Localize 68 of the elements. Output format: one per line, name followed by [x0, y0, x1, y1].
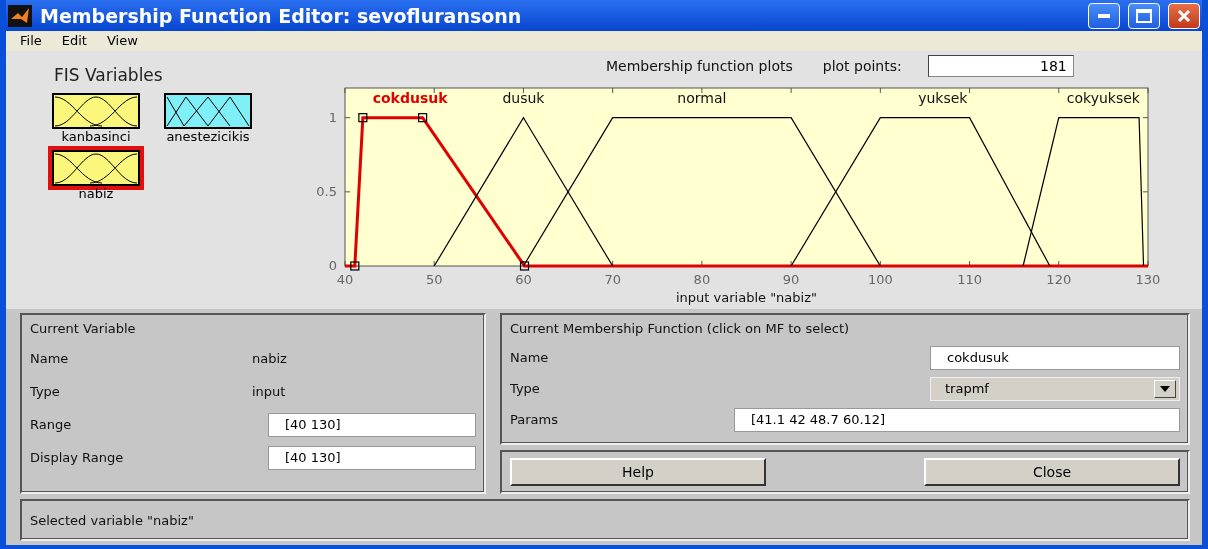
function-label[interactable]: cokyuksek: [1066, 89, 1140, 106]
x-tick-label: 110: [957, 271, 982, 287]
text-field[interactable]: cokdusuk: [930, 345, 1180, 370]
function-label[interactable]: cokdusuk: [372, 89, 448, 106]
menu-item[interactable]: Edit: [51, 33, 97, 49]
maximize-button[interactable]: [1128, 2, 1160, 29]
field-label: Type: [510, 381, 541, 396]
text-field[interactable]: [40 130]: [268, 412, 476, 437]
maximize-icon: [1136, 8, 1152, 23]
caret-icon: [1154, 379, 1176, 398]
x-tick-label: 70: [604, 271, 621, 287]
section-title: FIS Variables: [54, 64, 164, 85]
handle-marker[interactable]: [418, 112, 428, 122]
close-button[interactable]: [1168, 2, 1200, 29]
field-label: Params: [510, 412, 559, 427]
dialog-button[interactable]: Help: [510, 458, 766, 486]
curves-icon[interactable]: [52, 92, 140, 129]
x-axis-label: input variable "nabiz": [676, 289, 817, 305]
app-logo-icon: [8, 4, 32, 27]
function-label[interactable]: normal: [677, 89, 727, 106]
field-label: Name: [30, 351, 70, 366]
variable-name: nabiz: [78, 185, 114, 201]
field-label: Name: [510, 350, 550, 365]
field-value: nabiz: [252, 351, 288, 366]
text-field[interactable]: [41.1 42 48.7 60.12]: [734, 407, 1180, 432]
handle-marker[interactable]: [358, 112, 368, 122]
field-label: Type: [30, 384, 61, 399]
field-value: input: [252, 384, 287, 399]
x-tick-label: 40: [336, 271, 354, 287]
plot-title: Membership function plots: [606, 57, 793, 74]
field-label: Range: [30, 417, 73, 432]
y-tick-label: 0: [328, 257, 337, 273]
dialog-button[interactable]: Close: [924, 458, 1180, 486]
membership-curve[interactable]: [790, 116, 1051, 267]
handle-marker[interactable]: [350, 260, 360, 271]
plot-points-field[interactable]: 181: [927, 54, 1074, 77]
selected-curve[interactable]: [344, 115, 1148, 268]
menu-item[interactable]: File: [10, 33, 52, 49]
membership-curve[interactable]: [433, 116, 614, 267]
triangles-icon[interactable]: [164, 92, 252, 129]
minimize-icon: [1098, 13, 1110, 18]
x-tick-label: 100: [867, 271, 893, 287]
variable-name: anestezicikis: [166, 128, 250, 144]
x-tick-label: 120: [1046, 271, 1072, 287]
x-tick-label: 90: [782, 271, 800, 287]
x-tick-label: 50: [425, 271, 443, 287]
close-icon: [1177, 8, 1191, 23]
membership-curve[interactable]: [522, 116, 881, 267]
function-label[interactable]: yuksek: [918, 89, 968, 106]
minimize-button[interactable]: [1088, 2, 1120, 29]
y-tick-label: 1: [328, 109, 337, 125]
y-tick-label: 0.5: [316, 183, 337, 199]
plot-points-label: plot points:: [822, 57, 902, 74]
x-tick-label: 80: [693, 271, 711, 287]
menu-item[interactable]: View: [96, 33, 148, 49]
x-tick-label: 60: [515, 271, 532, 287]
text-field[interactable]: [40 130]: [268, 445, 476, 470]
status-text: Selected variable "nabiz": [30, 512, 195, 528]
function-label[interactable]: dusuk: [502, 89, 545, 106]
handle-marker[interactable]: [519, 260, 530, 271]
type-dropdown[interactable]: trapmf: [930, 376, 1180, 401]
membership-curve[interactable]: [1022, 116, 1145, 267]
panel-title: Current Variable: [30, 321, 137, 336]
x-tick-label: 130: [1135, 271, 1161, 287]
field-label: Display Range: [30, 450, 125, 465]
variable-name: kanbasinci: [61, 128, 131, 144]
window-title: Membership Function Editor: sevofluransonn: [40, 4, 523, 27]
panel-title: Current Membership Function (click on MF to select): [510, 321, 851, 336]
